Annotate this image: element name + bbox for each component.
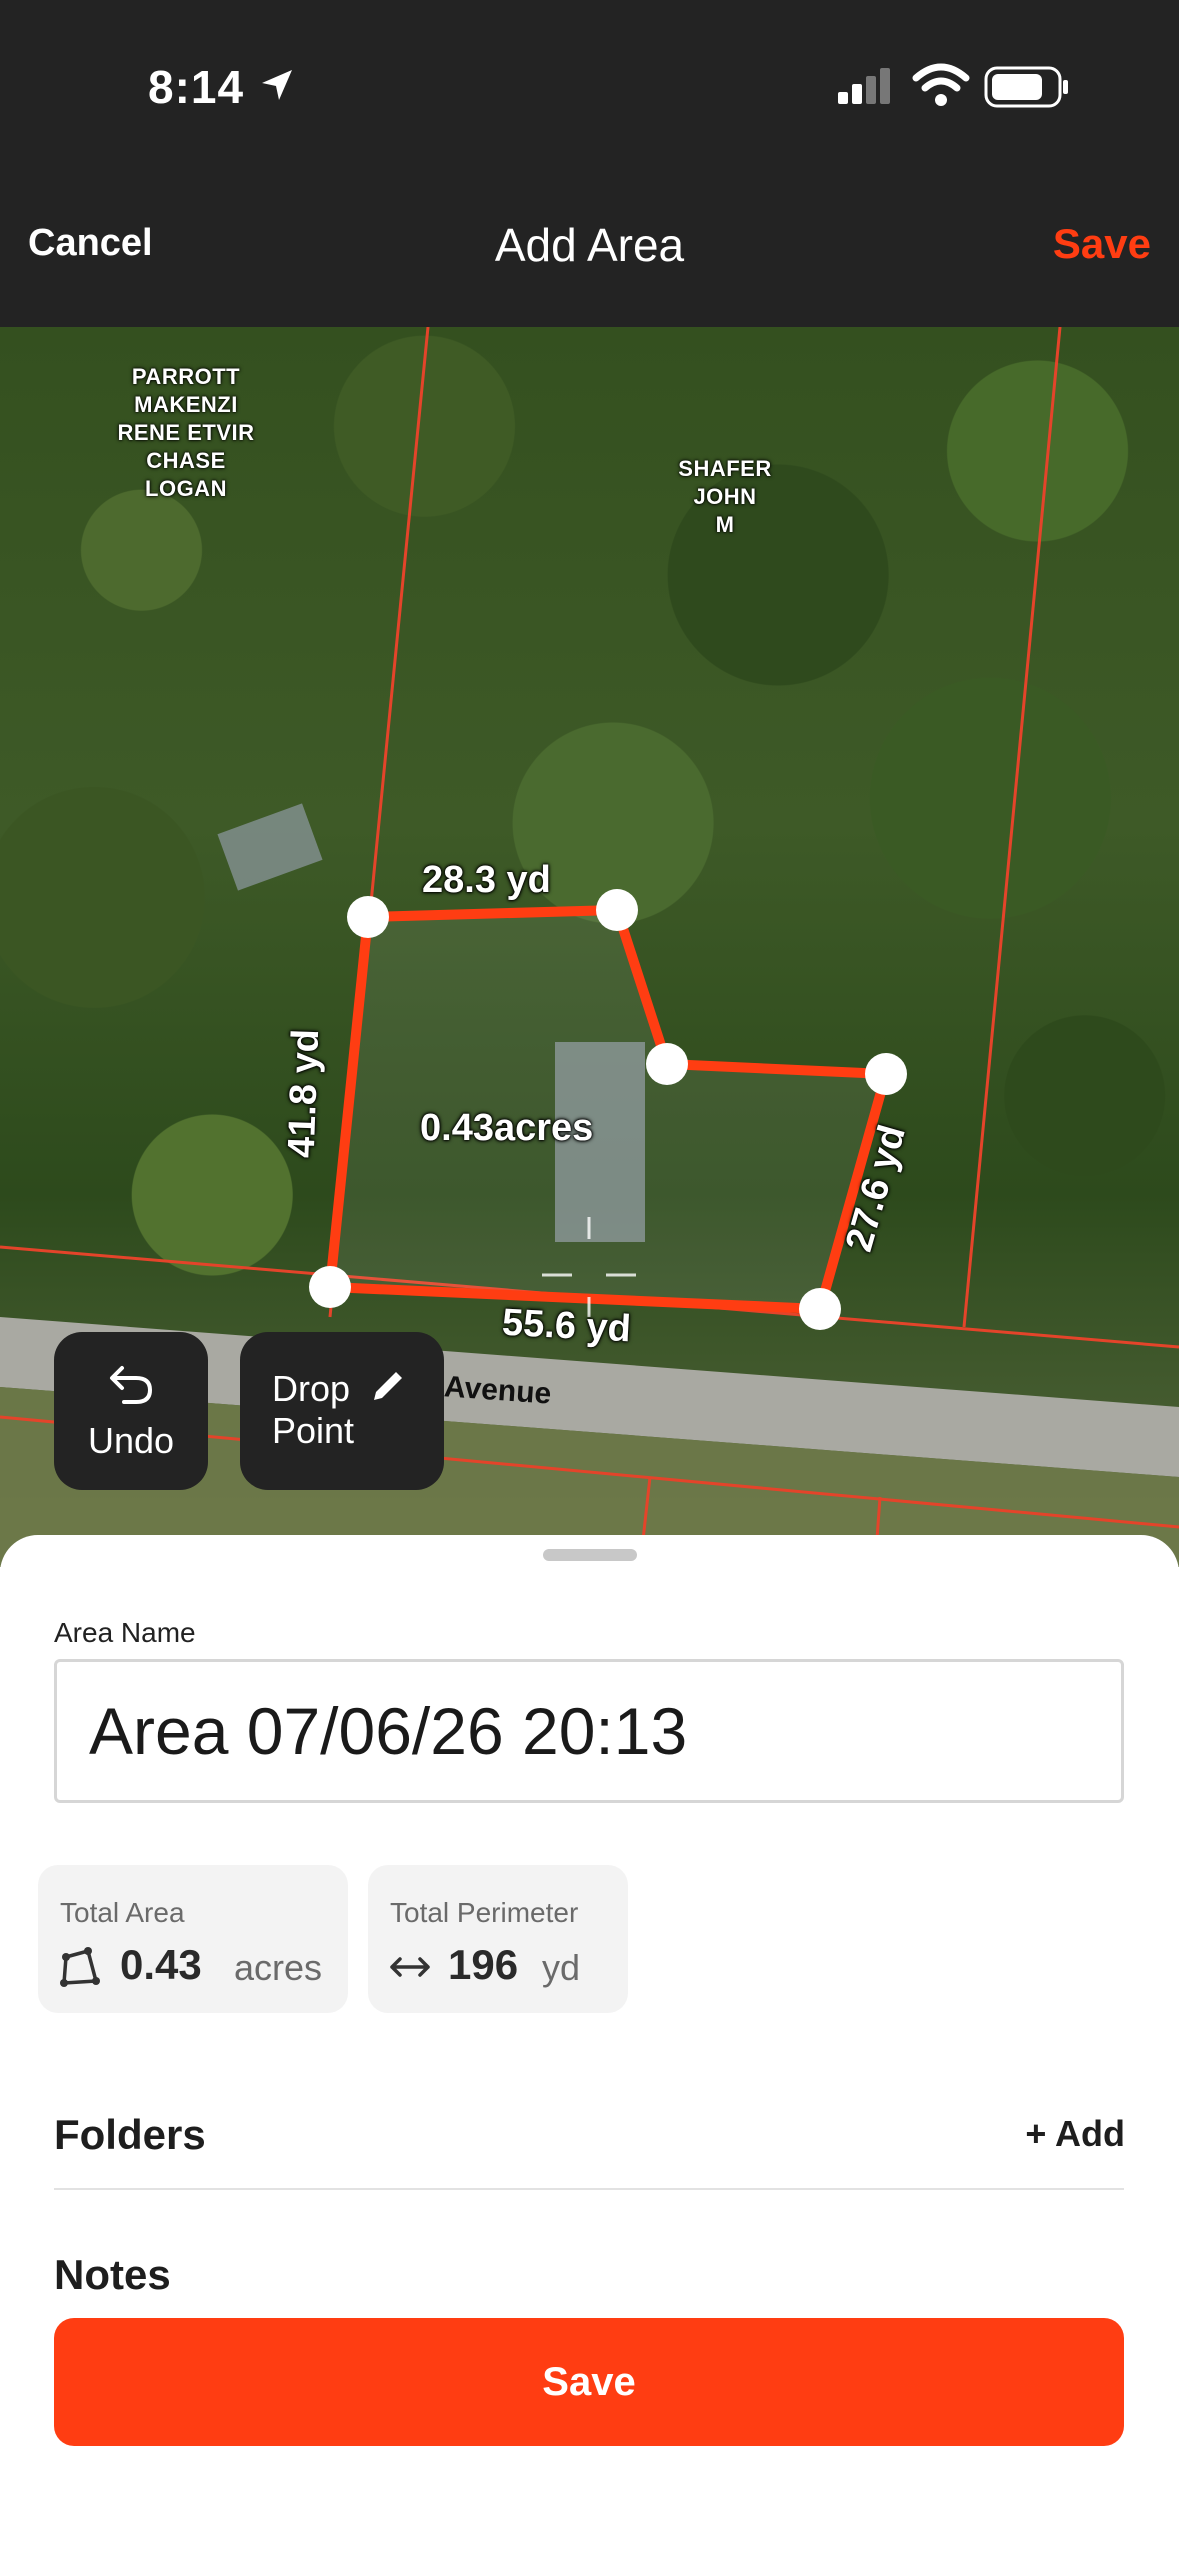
parcel-owner-label: SHAFER JOHN M [660, 455, 790, 539]
vertex-handle[interactable] [309, 1266, 351, 1308]
owner-line: LOGAN [145, 476, 227, 501]
bottom-sheet: Area Name Total Area 0.43 acres Total Pe… [0, 1535, 1179, 2560]
drop-point-label-line: Point [272, 1410, 355, 1451]
save-header-button[interactable]: Save [1053, 220, 1151, 268]
area-name-input[interactable] [54, 1659, 1124, 1803]
sheet-handle[interactable] [543, 1549, 637, 1561]
cellular-signal-icon [838, 68, 890, 104]
building-roof [217, 803, 323, 891]
owner-line: MAKENZI [134, 392, 238, 417]
vertex-handle[interactable] [347, 896, 389, 938]
undo-label: Undo [87, 1420, 175, 1461]
vertex-handle[interactable] [865, 1053, 907, 1095]
area-polygon-icon [60, 1947, 100, 1987]
segment-length-label: 55.6 yd [501, 1301, 632, 1351]
undo-icon [110, 1366, 153, 1404]
total-area-title: Total Area [60, 1897, 185, 1928]
total-perimeter-value: 196 [448, 1941, 519, 1988]
total-area-unit: acres [234, 1947, 323, 1988]
parcel-owner-label: PARROTT MAKENZI RENE ETVIR CHASE LOGAN [104, 363, 268, 503]
divider [54, 2188, 1124, 2190]
total-perimeter-title: Total Perimeter [390, 1897, 579, 1928]
drop-point-label: Drop Point [272, 1368, 354, 1452]
area-name-label: Area Name [54, 1617, 196, 1648]
notes-title[interactable]: Notes [54, 2251, 171, 2299]
total-area-value: 0.43 [120, 1941, 202, 1988]
status-time: 8:14 [148, 61, 245, 113]
page-title: Add Area [494, 219, 685, 271]
undo-button[interactable]: Undo [54, 1332, 208, 1490]
vertex-handle[interactable] [646, 1043, 688, 1085]
area-polygon [325, 905, 891, 1314]
vertex-handle[interactable] [799, 1288, 841, 1330]
drop-point-button[interactable]: Drop Point [240, 1332, 444, 1490]
battery-icon [984, 66, 1068, 108]
owner-line: RENE ETVIR [117, 420, 255, 445]
total-perimeter-unit: yd [542, 1947, 581, 1988]
folders-title: Folders [54, 2111, 206, 2158]
vertex-handle[interactable] [596, 889, 638, 931]
owner-line: PARROTT [131, 364, 241, 389]
drop-point-label-line: Drop [272, 1368, 351, 1409]
add-folder-button[interactable]: + Add [1025, 2113, 1125, 2155]
location-arrow-icon [262, 70, 292, 100]
total-area-card: Total Area 0.43 acres [38, 1865, 348, 2013]
top-bar: 8:14 Cancel Add Area Save [0, 0, 1179, 327]
pencil-icon [374, 1372, 402, 1400]
segment-length-label: 28.3 yd [422, 859, 551, 901]
owner-line: M [715, 512, 735, 537]
total-perimeter-card: Total Perimeter 196 yd [368, 1865, 628, 2013]
owner-line: SHAFER [678, 456, 772, 481]
horizontal-arrows-icon [390, 1957, 430, 1977]
owner-line: JOHN [693, 484, 757, 509]
owner-line: CHASE [146, 448, 226, 473]
segment-length-label: 41.8 yd [280, 1028, 328, 1159]
save-button[interactable]: Save [54, 2318, 1124, 2446]
wifi-icon [912, 63, 970, 106]
area-label: 0.43acres [420, 1107, 594, 1149]
